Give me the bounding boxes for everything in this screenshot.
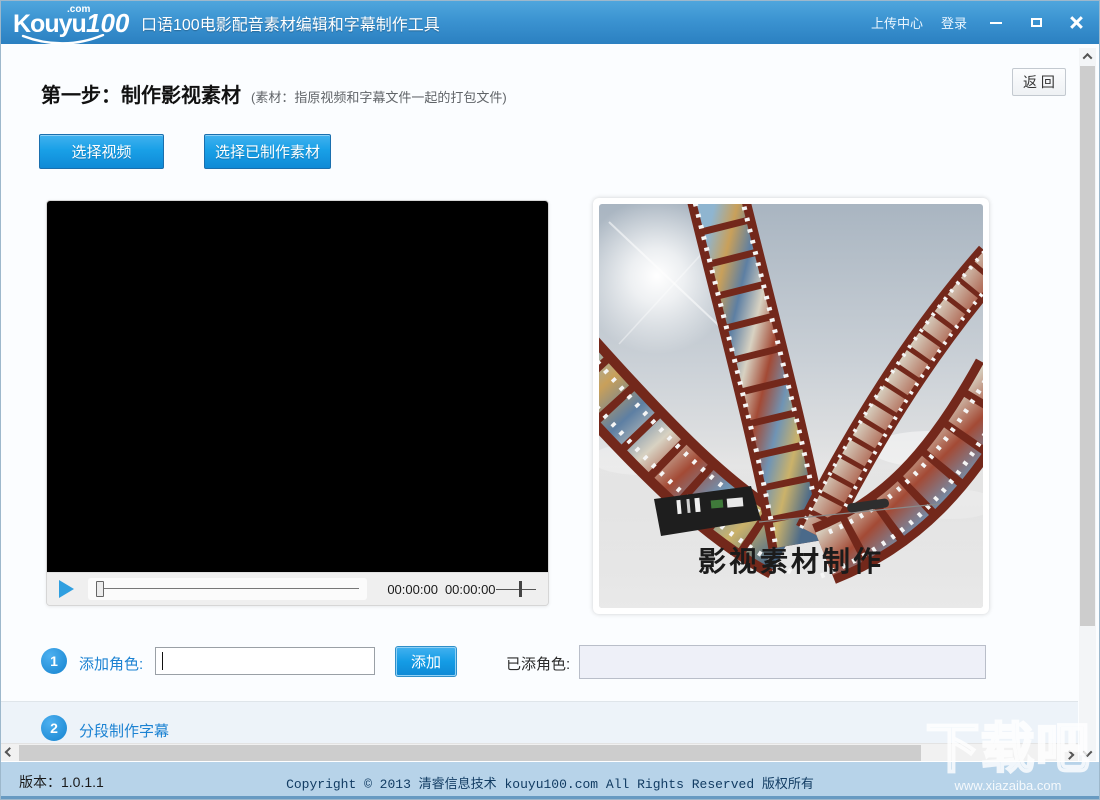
- login-link[interactable]: 登录: [941, 13, 967, 32]
- time-display: 00:00:00 00:00:00: [387, 582, 495, 597]
- scroll-up-button[interactable]: [1079, 48, 1096, 65]
- volume-track: [495, 589, 536, 590]
- step1-title: 第一步：制作影视素材: [41, 85, 241, 107]
- horizontal-scrollbar[interactable]: [1, 743, 1078, 762]
- preview-caption: 影视素材制作: [697, 546, 884, 577]
- scroll-right-button[interactable]: [1061, 744, 1078, 762]
- select-material-button[interactable]: 选择已制作素材: [204, 134, 331, 169]
- current-time: 00:00:00: [387, 581, 438, 597]
- vertical-scroll-thumb[interactable]: [1080, 66, 1095, 626]
- app-title: 口语100电影配音素材编辑和字幕制作工具: [141, 16, 440, 34]
- step2-badge: 2: [41, 715, 67, 741]
- maximize-button[interactable]: [1025, 13, 1047, 33]
- added-roles-label: 已添角色:: [506, 656, 571, 673]
- text-caret: [162, 652, 163, 670]
- step1-note: (素材：指原视频和字幕文件一起的打包文件): [251, 90, 507, 105]
- seek-thumb[interactable]: [96, 581, 104, 597]
- preview-panel: 影视素材制作: [593, 198, 989, 614]
- scroll-left-button[interactable]: [1, 744, 18, 762]
- kouyu100-logo: .com Kouyu 100: [13, 4, 129, 45]
- seek-track: [96, 588, 360, 589]
- play-icon[interactable]: [59, 580, 74, 598]
- close-icon: [1070, 16, 1083, 29]
- titlebar-actions: 上传中心 登录: [871, 1, 1087, 44]
- horizontal-scroll-thumb[interactable]: [19, 745, 921, 761]
- vertical-scrollbar[interactable]: [1079, 48, 1096, 762]
- step2-label: 分段制作字幕: [79, 723, 170, 740]
- total-time: 00:00:00: [444, 581, 496, 597]
- seek-slider[interactable]: [88, 578, 368, 600]
- add-role-button[interactable]: 添加: [395, 646, 457, 677]
- preview-image: 影视素材制作: [599, 204, 983, 608]
- video-player: 00:00:00 00:00:00: [46, 200, 549, 606]
- chevron-left-icon: [4, 746, 15, 757]
- upload-center-link[interactable]: 上传中心: [871, 13, 923, 32]
- minimize-button[interactable]: [985, 13, 1007, 33]
- maximize-icon: [1030, 18, 1042, 27]
- step1-header: 第一步：制作影视素材 (素材：指原视频和字幕文件一起的打包文件): [41, 79, 507, 108]
- volume-thumb[interactable]: [519, 581, 522, 597]
- logo-swoosh-icon: [21, 33, 105, 45]
- player-controls: 00:00:00 00:00:00: [47, 572, 548, 605]
- status-bar: 版本：1.0.1.1 Copyright © 2013 清睿信息技术 kouyu…: [1, 761, 1099, 799]
- role-input[interactable]: [155, 647, 375, 675]
- select-video-button[interactable]: 选择视频: [39, 134, 164, 169]
- added-roles-field: [579, 645, 986, 679]
- chevron-up-icon: [1082, 52, 1093, 63]
- minimize-icon: [990, 21, 1002, 24]
- scroll-down-button[interactable]: [1079, 745, 1096, 762]
- chevron-right-icon: [1064, 749, 1075, 760]
- app-window: .com Kouyu 100 口语100电影配音素材编辑和字幕制作工具 上传中心…: [0, 0, 1100, 800]
- role-input-wrap: [155, 647, 375, 675]
- close-button[interactable]: [1065, 13, 1087, 33]
- chevron-down-icon: [1082, 747, 1093, 758]
- back-button[interactable]: 返 回: [1012, 68, 1066, 96]
- step1-badge: 1: [41, 648, 67, 674]
- copyright-label: Copyright © 2013 清睿信息技术 kouyu100.com All…: [286, 777, 814, 792]
- add-role-label: 添加角色:: [79, 656, 144, 673]
- video-screen[interactable]: [47, 201, 548, 574]
- volume-slider[interactable]: [495, 579, 536, 599]
- titlebar: .com Kouyu 100 口语100电影配音素材编辑和字幕制作工具 上传中心…: [1, 1, 1099, 45]
